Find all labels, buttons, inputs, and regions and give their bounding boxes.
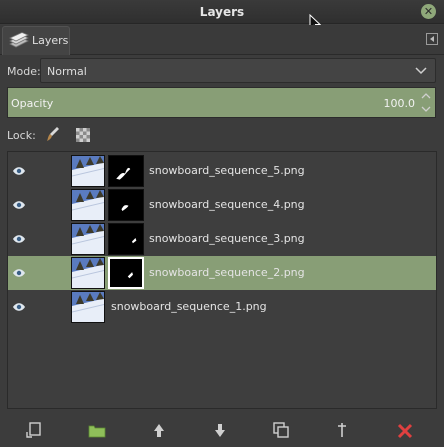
visibility-eye-icon[interactable] xyxy=(12,200,26,210)
layer-thumbnail[interactable] xyxy=(71,291,105,323)
duplicate-layer-icon[interactable] xyxy=(270,420,292,440)
mode-select[interactable]: Normal xyxy=(40,58,436,83)
tab-menu-button[interactable] xyxy=(426,33,438,45)
title-bar: Layers ✕ xyxy=(0,0,444,24)
close-button[interactable]: ✕ xyxy=(421,4,436,19)
close-icon: ✕ xyxy=(423,5,434,18)
opacity-value: 100.0 xyxy=(383,97,416,110)
layer-name[interactable]: snowboard_sequence_3.png xyxy=(149,232,305,245)
opacity-fill xyxy=(8,88,435,117)
spin-up-icon[interactable] xyxy=(419,89,433,102)
layer-row[interactable]: snowboard_sequence_4.png xyxy=(8,188,436,222)
raise-layer-icon[interactable] xyxy=(148,420,170,440)
dock-tab-bar: Layers xyxy=(0,25,444,55)
layer-mask-thumbnail[interactable] xyxy=(108,223,144,255)
layer-thumbnail[interactable] xyxy=(71,257,105,289)
delete-layer-icon[interactable] xyxy=(394,420,416,440)
layer-name[interactable]: snowboard_sequence_1.png xyxy=(111,300,267,313)
layer-thumbnail[interactable] xyxy=(71,189,105,221)
lock-label: Lock: xyxy=(7,129,36,142)
layer-mask-thumbnail[interactable] xyxy=(108,257,144,289)
layer-mask-thumbnail[interactable] xyxy=(108,155,144,187)
layer-row[interactable]: snowboard_sequence_2.png xyxy=(8,256,436,290)
layer-thumbnail[interactable] xyxy=(71,155,105,187)
layer-name[interactable]: snowboard_sequence_2.png xyxy=(149,266,305,279)
opacity-slider[interactable]: Opacity 100.0 xyxy=(7,87,436,118)
mode-value: Normal xyxy=(47,65,87,78)
layer-mask-thumbnail[interactable] xyxy=(108,189,144,221)
visibility-eye-icon[interactable] xyxy=(12,166,26,176)
tab-layers[interactable]: Layers xyxy=(2,26,70,55)
lower-layer-icon[interactable] xyxy=(209,420,231,440)
mode-label: Mode: xyxy=(7,65,41,78)
layer-list[interactable]: snowboard_sequence_5.png snowboard_sequen… xyxy=(7,151,437,409)
visibility-eye-icon[interactable] xyxy=(12,302,26,312)
tab-label: Layers xyxy=(32,34,69,47)
spin-down-icon[interactable] xyxy=(419,103,433,116)
visibility-eye-icon[interactable] xyxy=(12,234,26,244)
layer-toolbar xyxy=(0,414,444,447)
chevron-down-icon xyxy=(415,67,427,75)
layer-name[interactable]: snowboard_sequence_4.png xyxy=(149,198,305,211)
new-layer-icon[interactable] xyxy=(24,420,46,440)
new-layer-group-icon[interactable] xyxy=(86,420,108,440)
anchor-layer-icon[interactable] xyxy=(331,420,353,440)
layer-row[interactable]: snowboard_sequence_3.png xyxy=(8,222,436,256)
layer-thumbnail[interactable] xyxy=(71,223,105,255)
layer-row[interactable]: snowboard_sequence_5.png xyxy=(8,154,436,188)
opacity-label: Opacity xyxy=(11,97,54,110)
layer-row[interactable]: snowboard_sequence_1.png xyxy=(8,290,436,324)
lock-pixels-brush-icon[interactable] xyxy=(46,126,60,142)
layers-icon xyxy=(9,32,29,48)
layer-name[interactable]: snowboard_sequence_5.png xyxy=(149,164,305,177)
lock-alpha-checker-icon[interactable] xyxy=(76,128,90,142)
visibility-eye-icon[interactable] xyxy=(12,268,26,278)
window-title: Layers xyxy=(199,5,245,19)
